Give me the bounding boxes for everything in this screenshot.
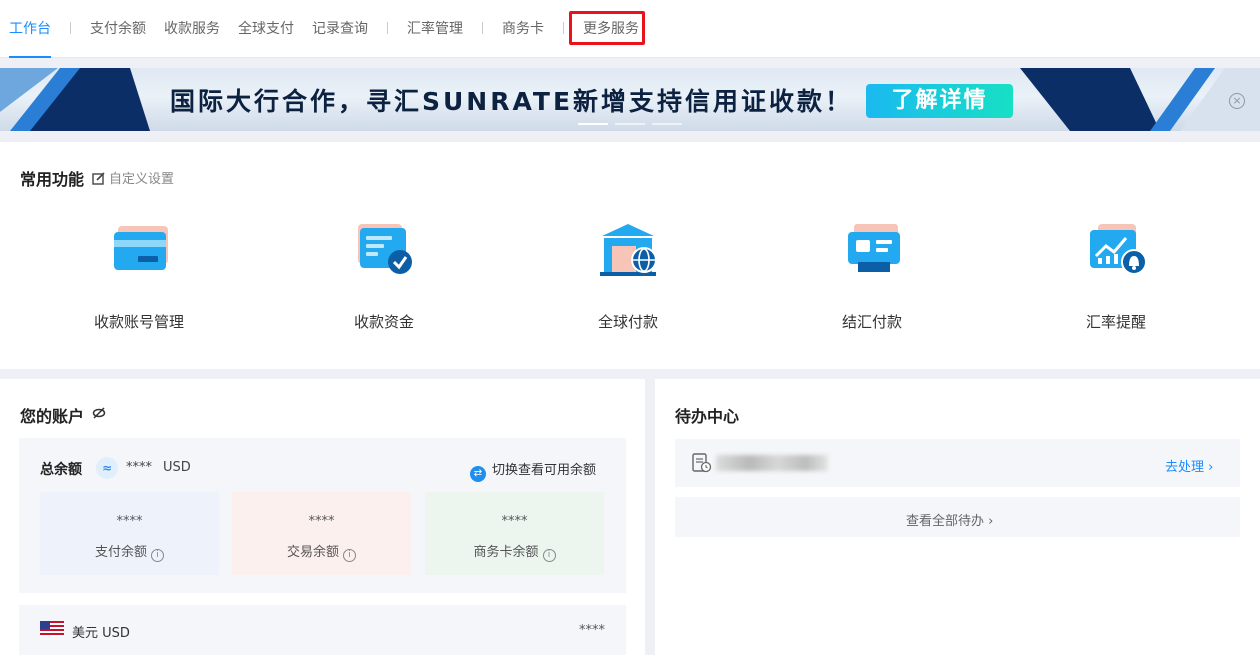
nav-tab-workbench[interactable]: 工作台 — [9, 0, 51, 58]
banner-headline: 国际大行合作，寻汇SUNRATE新增支持信用证收款！ — [170, 87, 854, 116]
nav-tab-global-payment[interactable]: 全球支付 — [238, 0, 294, 58]
usd-account-value: **** — [579, 623, 605, 638]
carousel-dot[interactable] — [578, 123, 608, 125]
us-flag-icon — [40, 621, 64, 637]
balance-card-label: 交易余额 — [286, 545, 339, 560]
nav-divider — [563, 22, 564, 34]
nav-tab-business-card[interactable]: 商务卡 — [502, 0, 544, 58]
nav-divider — [387, 22, 388, 34]
redacted-content — [716, 455, 828, 471]
info-icon[interactable]: i — [151, 549, 164, 562]
switch-available-balance-button[interactable]: ⇄ 切换查看可用余额 — [470, 459, 596, 482]
nav-tab-payment-balance[interactable]: 支付余额 — [90, 0, 146, 58]
usd-account-label: 美元 USD — [72, 626, 130, 641]
view-all-todo-label: 查看全部待办 — [906, 514, 985, 529]
account-title: 您的账户 — [20, 407, 85, 426]
balance-card-value: **** — [501, 514, 528, 529]
total-balance-label: 总余额 — [40, 462, 82, 478]
funds-check-icon[interactable] — [356, 222, 416, 278]
balance-card-business[interactable]: **** 商务卡余额 i — [425, 492, 604, 575]
handle-todo-link[interactable]: 去处理 › — [1165, 456, 1213, 475]
balance-card-value: **** — [116, 514, 143, 529]
common-functions-title: 常用功能 — [20, 170, 85, 189]
top-nav: 工作台 支付余额 收款服务 全球支付 记录查询 汇率管理 商务卡 更多服务 — [0, 0, 1260, 58]
fn-label-fx-payment[interactable]: 结汇付款 — [842, 311, 902, 332]
document-clock-icon — [692, 453, 712, 473]
balance-card-label: 商务卡余额 — [473, 545, 539, 560]
balance-card-payment[interactable]: **** 支付余额 i — [40, 492, 219, 575]
info-icon[interactable]: i — [343, 549, 356, 562]
promo-banner[interactable]: 国际大行合作，寻汇SUNRATE新增支持信用证收款！ 了解详情 — [0, 68, 1260, 131]
switch-icon: ⇄ — [470, 466, 486, 482]
highlight-box — [569, 11, 645, 45]
customize-settings-label: 自定义设置 — [109, 172, 175, 187]
chart-bell-icon[interactable] — [1088, 222, 1148, 278]
bank-globe-icon[interactable] — [600, 222, 660, 278]
banner-learn-more-button[interactable]: 了解详情 — [866, 84, 1013, 118]
fn-label-fx-alert[interactable]: 汇率提醒 — [1086, 311, 1146, 332]
customize-settings-link[interactable]: 自定义设置 — [92, 168, 174, 187]
total-balance-value: **** — [126, 460, 152, 475]
todo-title: 待办中心 — [675, 407, 740, 426]
balance-card-value: **** — [308, 514, 335, 529]
view-all-todo-text[interactable]: 查看全部待办 › — [906, 510, 993, 529]
info-icon[interactable]: i — [542, 549, 556, 562]
nav-tab-collection-service[interactable]: 收款服务 — [164, 0, 220, 58]
banner-decor-right — [1020, 68, 1260, 131]
edit-icon — [92, 172, 105, 185]
banner-decor-left — [0, 68, 150, 131]
wave-icon: ≈ — [96, 457, 118, 479]
balance-card-label: 支付余额 — [94, 545, 147, 560]
balance-card-label-wrap: 交易余额 i — [232, 541, 411, 562]
nav-divider — [482, 22, 483, 34]
chevron-right-icon: › — [988, 514, 994, 529]
card-icon[interactable] — [112, 222, 172, 278]
fn-label-collection-account[interactable]: 收款账号管理 — [94, 311, 184, 332]
balance-card-label-wrap: 支付余额 i — [40, 541, 219, 562]
handle-todo-label: 去处理 — [1165, 460, 1205, 475]
nav-divider — [70, 22, 71, 34]
carousel-dot[interactable] — [615, 123, 645, 125]
balance-card-label-wrap: 商务卡余额 i — [425, 541, 604, 562]
balance-card-trade[interactable]: **** 交易余额 i — [232, 492, 411, 575]
id-card-icon[interactable] — [846, 222, 906, 278]
fn-label-collection-funds[interactable]: 收款资金 — [354, 311, 414, 332]
carousel-dot[interactable] — [652, 123, 682, 125]
eye-slash-icon[interactable] — [92, 406, 106, 420]
nav-tab-fx-management[interactable]: 汇率管理 — [407, 0, 463, 58]
fn-label-global-payment[interactable]: 全球付款 — [598, 311, 658, 332]
nav-tab-records[interactable]: 记录查询 — [312, 0, 368, 58]
chevron-right-icon: › — [1208, 460, 1214, 475]
close-icon[interactable]: × — [1229, 93, 1245, 109]
total-balance-currency: USD — [163, 460, 191, 475]
switch-available-balance-label: 切换查看可用余额 — [492, 463, 597, 478]
